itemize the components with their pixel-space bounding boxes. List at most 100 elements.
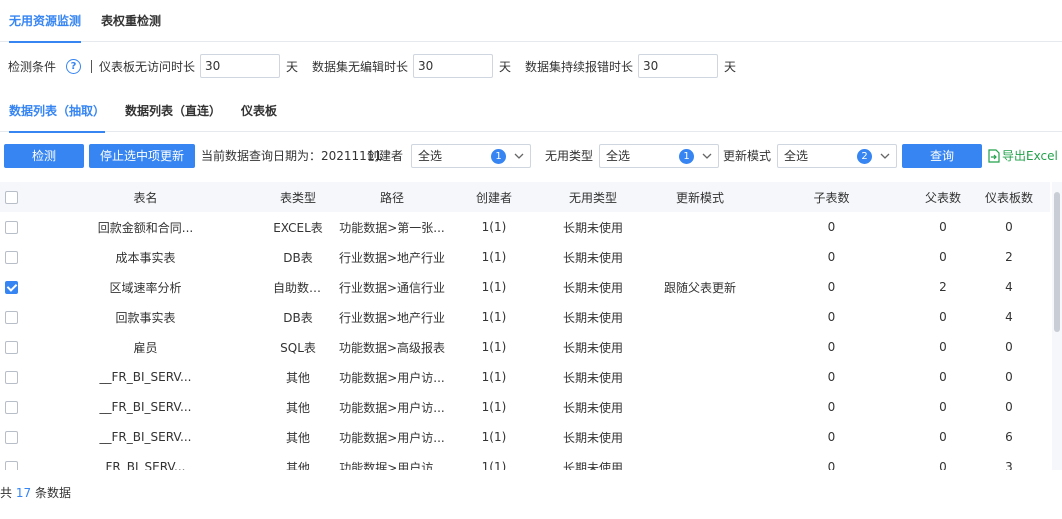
cell-table-name: 雇员 xyxy=(133,340,158,355)
row-checkbox[interactable] xyxy=(0,422,22,452)
table-row[interactable]: __FR_BI_SERV... 其他 功能数据>用户访... 1(1) 长期未使用 0 0 0 xyxy=(0,362,1050,392)
cell-child-count: 0 xyxy=(827,250,836,264)
table-row[interactable]: FR_BI_SERV... 其他 功能数据>用户访... 1(1) 长期未使用 0 0 3 xyxy=(0,452,1050,470)
cell-dashboard-count: 2 xyxy=(1005,250,1013,264)
cell-table-name: 回款事实表 xyxy=(115,310,176,325)
cell-parent-count: 0 xyxy=(939,250,947,264)
cell-table-type: 其他 xyxy=(285,430,310,445)
cell-table-type: 自助数据集 xyxy=(273,280,327,295)
dataset-error-unit: 天 xyxy=(724,60,737,74)
cell-child-count: 0 xyxy=(827,460,836,470)
row-checkbox[interactable] xyxy=(0,452,22,470)
cell-path: 行业数据>地产行业 xyxy=(338,250,446,265)
cell-path: 功能数据>用户访... xyxy=(339,370,445,385)
cell-unused-type: 长期未使用 xyxy=(562,370,623,385)
unused-type-select[interactable]: 全选 1 xyxy=(599,144,719,168)
cell-table-name: __FR_BI_SERV... xyxy=(99,370,192,384)
tab-dashboard[interactable]: 仪表板 xyxy=(241,92,277,132)
update-mode-select-value: 全选 xyxy=(784,149,809,163)
cell-parent-count: 0 xyxy=(939,400,947,414)
record-count: 共 17 条数据 xyxy=(0,484,71,502)
cell-path: 功能数据>用户访... xyxy=(339,460,445,471)
cell-creator: 1(1) xyxy=(481,460,507,470)
cell-table-type: DB表 xyxy=(283,310,313,325)
cell-dashboard-count: 0 xyxy=(1005,220,1013,234)
table-row[interactable]: __FR_BI_SERV... 其他 功能数据>用户访... 1(1) 长期未使用 0 0 6 xyxy=(0,422,1050,452)
cell-parent-count: 0 xyxy=(939,310,947,324)
table-row[interactable]: 成本事实表 DB表 行业数据>地产行业 1(1) 长期未使用 0 0 2 xyxy=(0,242,1050,272)
row-checkbox[interactable] xyxy=(0,242,22,272)
row-checkbox[interactable] xyxy=(0,212,22,242)
update-mode-label: 更新模式 xyxy=(723,149,772,163)
cell-child-count: 0 xyxy=(827,310,836,324)
query-date-text: 当前数据查询日期为：20211111 xyxy=(201,149,383,163)
creator-select[interactable]: 全选 1 xyxy=(411,144,531,168)
cell-unused-type: 长期未使用 xyxy=(562,220,623,235)
cell-table-name: __FR_BI_SERV... xyxy=(99,430,192,444)
cell-update-mode xyxy=(655,242,745,272)
cell-path: 行业数据>通信行业 xyxy=(338,280,446,295)
table-row[interactable]: 区域速率分析 自助数据集行业数据>通信行业 1(1) 长期未使用 跟随父表更新 0 2 4 xyxy=(0,272,1050,302)
tab-data-list-extract[interactable]: 数据列表（抽取） xyxy=(9,92,106,133)
record-count-suffix: 条数据 xyxy=(34,486,71,500)
cell-unused-type: 长期未使用 xyxy=(562,310,623,325)
dashboard-no-access-input[interactable] xyxy=(200,54,280,78)
tab-table-weight-detection[interactable]: 表权重检测 xyxy=(101,0,161,42)
stop-update-button[interactable]: 停止选中项更新 xyxy=(89,144,195,168)
cell-dashboard-count: 0 xyxy=(1005,340,1013,354)
header-update-mode: 更新模式 xyxy=(675,190,724,205)
row-checkbox[interactable] xyxy=(0,302,22,332)
dashboard-no-access-label: 仪表板无访问时长 xyxy=(99,60,196,74)
cell-creator: 1(1) xyxy=(481,250,507,264)
unused-type-label: 无用类型 xyxy=(545,149,594,163)
update-mode-count-badge: 2 xyxy=(857,149,872,164)
cell-dashboard-count: 3 xyxy=(1005,460,1013,470)
cell-dashboard-count: 4 xyxy=(1005,280,1013,294)
detect-button[interactable]: 检测 xyxy=(4,144,84,168)
row-checkbox[interactable] xyxy=(0,392,22,422)
table-row[interactable]: 回款事实表 DB表 行业数据>地产行业 1(1) 长期未使用 0 0 4 xyxy=(0,302,1050,332)
cell-table-type: DB表 xyxy=(283,250,313,265)
cell-update-mode xyxy=(655,422,745,452)
cell-child-count: 0 xyxy=(827,280,836,294)
update-mode-select[interactable]: 全选 2 xyxy=(777,144,897,168)
table-row[interactable]: __FR_BI_SERV... 其他 功能数据>用户访... 1(1) 长期未使用 0 0 0 xyxy=(0,392,1050,422)
unused-type-count-badge: 1 xyxy=(679,149,694,164)
cell-parent-count: 0 xyxy=(939,220,947,234)
cell-table-type: SQL表 xyxy=(280,340,316,355)
record-count-number: 17 xyxy=(15,486,32,500)
data-table: 表名 表类型 路径 创建者 无用类型 更新模式 子表数 父表数 仪表板数 回款金… xyxy=(0,182,1050,470)
cell-parent-count: 0 xyxy=(939,460,947,470)
cell-unused-type: 长期未使用 xyxy=(562,400,623,415)
cell-dashboard-count: 4 xyxy=(1005,310,1013,324)
query-button[interactable]: 查询 xyxy=(902,144,982,168)
scrollbar-thumb[interactable] xyxy=(1054,192,1060,332)
divider xyxy=(91,60,92,73)
row-checkbox[interactable] xyxy=(0,362,22,392)
select-all-checkbox[interactable] xyxy=(0,182,22,212)
cell-table-name: 区域速率分析 xyxy=(109,280,182,295)
vertical-scrollbar[interactable] xyxy=(1052,182,1062,470)
cell-update-mode xyxy=(655,452,745,470)
table-row[interactable]: 雇员 SQL表 功能数据>高级报表 1(1) 长期未使用 0 0 0 xyxy=(0,332,1050,362)
table-row[interactable]: 回款金额和合同... EXCEL表 功能数据>第一张... 1(1) 长期未使用 0 0 0 xyxy=(0,212,1050,242)
header-unused-type: 无用类型 xyxy=(568,190,617,205)
cell-path: 功能数据>第一张... xyxy=(339,220,445,235)
row-checkbox[interactable] xyxy=(0,332,22,362)
export-excel-label: 导出Excel xyxy=(1002,149,1058,163)
header-dashboard-count: 仪表板数 xyxy=(984,190,1033,205)
cell-parent-count: 0 xyxy=(939,370,947,384)
cell-unused-type: 长期未使用 xyxy=(562,250,623,265)
creator-label: 创建者 xyxy=(367,149,404,163)
cell-child-count: 0 xyxy=(827,340,836,354)
cell-update-mode xyxy=(655,212,745,242)
tab-data-list-direct[interactable]: 数据列表（直连） xyxy=(125,92,221,132)
dataset-no-edit-input[interactable] xyxy=(413,54,493,78)
cell-unused-type: 长期未使用 xyxy=(562,340,623,355)
row-checkbox[interactable] xyxy=(0,272,22,302)
tab-unused-resource-monitor[interactable]: 无用资源监测 xyxy=(9,0,82,43)
cell-child-count: 0 xyxy=(827,370,836,384)
dataset-error-input[interactable] xyxy=(638,54,718,78)
help-icon[interactable]: ? xyxy=(66,59,81,74)
cell-dashboard-count: 6 xyxy=(1005,430,1013,444)
